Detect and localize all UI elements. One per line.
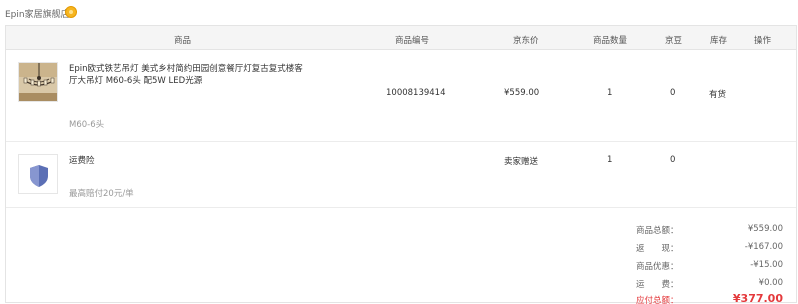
- product-price: ¥559.00: [504, 88, 540, 98]
- summary-goods-total: 商品总额： ¥559.00: [636, 224, 791, 238]
- table-row: Epin欧式铁艺吊灯 美式乡村简约田园创意餐厅灯复古复式楼客厅大吊灯 M60-6…: [6, 50, 796, 142]
- insurance-price: 卖家赠送: [504, 157, 539, 167]
- product-sku: 10008139414: [386, 88, 446, 98]
- summary-label: 应付总额：: [636, 296, 679, 304]
- payable-total: ¥377.00: [732, 292, 783, 304]
- table-header: 商品 商品编号 京东价 商品数量 京豆 库存 操作: [6, 26, 796, 50]
- summary-discount: 商品优惠： -¥15.00: [636, 260, 791, 274]
- product-name-link[interactable]: Epin欧式铁艺吊灯 美式乡村简约田园创意餐厅灯复古复式楼客厅大吊灯 M60-6…: [69, 63, 304, 87]
- header-stock: 库存: [710, 36, 728, 46]
- product-qty: 1: [607, 88, 613, 98]
- header-product: 商品: [174, 36, 192, 46]
- summary-label: 商品总额：: [636, 226, 679, 236]
- insurance-qty: 1: [607, 155, 613, 165]
- header-qty: 商品数量: [593, 36, 628, 46]
- summary-value: ¥559.00: [747, 224, 783, 234]
- summary-value: -¥167.00: [744, 242, 783, 252]
- summary-value: ¥0.00: [758, 278, 783, 288]
- shop-header: Epin家居旗舰店: [0, 0, 798, 25]
- gold-medal-icon: [65, 6, 77, 18]
- shop-name-link[interactable]: Epin家居旗舰店: [5, 7, 70, 20]
- header-beans: 京豆: [665, 36, 683, 46]
- header-price: 京东价: [513, 36, 539, 46]
- summary-label: 返 现：: [636, 244, 679, 254]
- header-sku: 商品编号: [395, 36, 430, 46]
- summary-cashback: 返 现： -¥167.00: [636, 242, 791, 256]
- summary-value: -¥15.00: [750, 260, 783, 270]
- shield-icon: [18, 154, 58, 194]
- product-beans: 0: [670, 88, 676, 98]
- stock-status: 有货: [709, 90, 727, 100]
- header-ops: 操作: [754, 36, 772, 46]
- insurance-name[interactable]: 运费险: [69, 155, 229, 167]
- insurance-spec: 最高赔付20元/单: [69, 189, 134, 199]
- product-spec: M60-6头: [69, 120, 105, 130]
- table-row: 运费险 最高赔付20元/单 卖家赠送 1 0: [6, 142, 796, 208]
- summary-payable: 应付总额： ¥377.00: [636, 292, 791, 304]
- summary-label: 商品优惠：: [636, 262, 679, 272]
- insurance-beans: 0: [670, 155, 676, 165]
- chandelier-image[interactable]: [18, 62, 58, 102]
- summary-label: 运 费：: [636, 280, 679, 290]
- order-summary: 商品总额： ¥559.00 返 现： -¥167.00 商品优惠： -¥15.0…: [6, 208, 796, 304]
- order-table: 商品 商品编号 京东价 商品数量 京豆 库存 操作 Epin欧式铁艺吊灯 美式乡…: [5, 25, 797, 304]
- summary-shipping: 运 费： ¥0.00: [636, 278, 791, 292]
